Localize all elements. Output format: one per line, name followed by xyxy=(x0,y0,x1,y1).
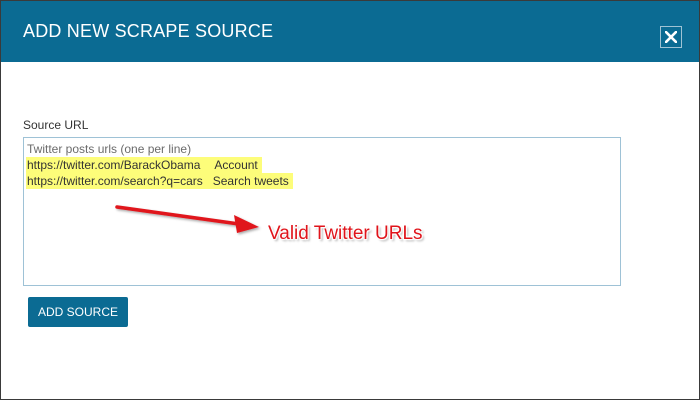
add-source-button[interactable]: ADD SOURCE xyxy=(28,297,128,327)
url-text: https://twitter.com/search?q=cars xyxy=(27,174,203,188)
url-note: Account xyxy=(214,158,258,172)
textarea-placeholder: Twitter posts urls (one per line) xyxy=(27,142,192,156)
url-text: https://twitter.com/BarackObama xyxy=(27,158,201,172)
url-line-account: https://twitter.com/BarackObama Account xyxy=(26,157,262,173)
source-url-textarea[interactable]: Twitter posts urls (one per line) https:… xyxy=(23,137,621,286)
close-button[interactable] xyxy=(660,26,682,48)
url-line-search: https://twitter.com/search?q=cars Search … xyxy=(26,173,293,189)
dialog-title: ADD NEW SCRAPE SOURCE xyxy=(23,21,274,41)
close-icon xyxy=(665,31,677,43)
source-url-label: Source URL xyxy=(23,118,89,132)
add-scrape-source-dialog: ADD NEW SCRAPE SOURCE Source URL Twitter… xyxy=(0,0,700,400)
dialog-header: ADD NEW SCRAPE SOURCE xyxy=(1,1,699,62)
url-note: Search tweets xyxy=(212,174,289,188)
annotation-label: Valid Twitter URLs xyxy=(268,223,423,244)
